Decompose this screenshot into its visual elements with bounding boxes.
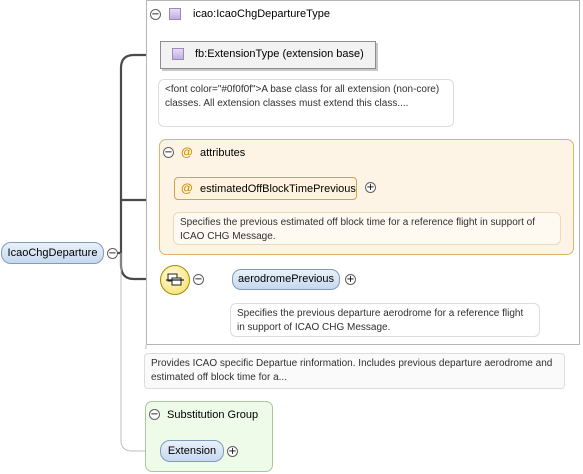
aerodrome-expand-toggle[interactable]: + — [345, 274, 356, 285]
element-aerodrome-previous-label: aerodromePrevious — [238, 273, 334, 285]
extension-base-label: fb:ExtensionType (extension base) — [195, 48, 364, 60]
complex-type-icon — [169, 8, 181, 20]
complex-type-label: icao:IcaoChgDepartureType — [193, 8, 330, 20]
root-element[interactable]: IcaoChgDeparture — [1, 242, 104, 264]
attributes-at-icon: @ — [181, 145, 193, 159]
substitution-extension-element[interactable]: Extension — [160, 440, 224, 462]
sequence-collapse-toggle[interactable]: − — [193, 274, 204, 285]
attributes-collapse-toggle[interactable]: − — [163, 147, 174, 158]
attribute-annotation: Specifies the previous estimated off blo… — [173, 212, 561, 245]
root-collapse-toggle[interactable]: − — [107, 248, 118, 259]
attributes-header: attributes — [200, 147, 246, 159]
extension-type-icon — [172, 48, 184, 60]
substitution-header: Substitution Group — [167, 409, 259, 421]
attribute-name: estimatedOffBlockTimePrevious — [200, 183, 356, 195]
root-element-label: IcaoChgDeparture — [7, 247, 98, 259]
substitution-extension-label: Extension — [167, 445, 217, 457]
sequence-icon — [166, 273, 184, 286]
aerodrome-annotation: Specifies the previous departure aerodro… — [230, 303, 540, 337]
substitution-expand-toggle[interactable]: + — [227, 446, 238, 457]
root-annotation: Provides ICAO specific Departue rinforma… — [144, 353, 565, 389]
element-aerodrome-previous[interactable]: aerodromePrevious — [232, 269, 340, 290]
attribute-expand-toggle[interactable]: + — [365, 182, 376, 193]
substitution-collapse-toggle[interactable]: − — [149, 409, 160, 420]
type-collapse-toggle[interactable]: − — [150, 9, 161, 20]
extension-annotation: <font color="#0f0f0f">A base class for a… — [158, 79, 454, 127]
attribute-at-icon: @ — [181, 181, 193, 195]
